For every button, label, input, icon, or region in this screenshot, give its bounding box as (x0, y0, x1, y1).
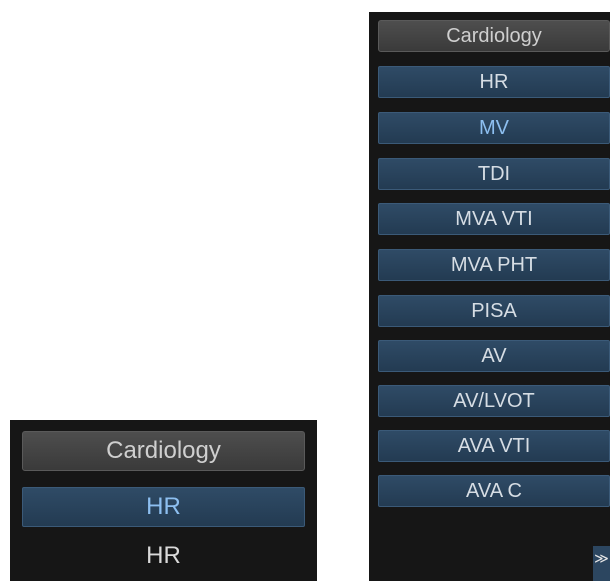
menu-item-pisa[interactable]: PISA (378, 295, 610, 327)
small-menu-panel: Cardiology HR HR (10, 420, 317, 581)
menu-item-av-lvot[interactable]: AV/LVOT (378, 385, 610, 417)
menu-item-av[interactable]: AV (378, 340, 610, 372)
menu-item-hr-selected[interactable]: HR (22, 487, 305, 527)
menu-item-hr[interactable]: HR (378, 66, 610, 98)
menu-item-mva-pht[interactable]: MVA PHT (378, 249, 610, 281)
menu-item-hr[interactable]: HR (22, 536, 305, 576)
large-menu-panel: Cardiology HR MV TDI MVA VTI MVA PHT PIS… (369, 12, 610, 581)
menu-item-ava-vti[interactable]: AVA VTI (378, 430, 610, 462)
menu-item-ava-c[interactable]: AVA C (378, 475, 610, 507)
menu-item-mv[interactable]: MV (378, 112, 610, 144)
double-chevron-down-icon[interactable]: ≫ (593, 546, 610, 581)
menu-item-tdi[interactable]: TDI (378, 158, 610, 190)
menu-item-mva-vti[interactable]: MVA VTI (378, 203, 610, 235)
category-header[interactable]: Cardiology (378, 20, 610, 52)
category-header[interactable]: Cardiology (22, 431, 305, 471)
